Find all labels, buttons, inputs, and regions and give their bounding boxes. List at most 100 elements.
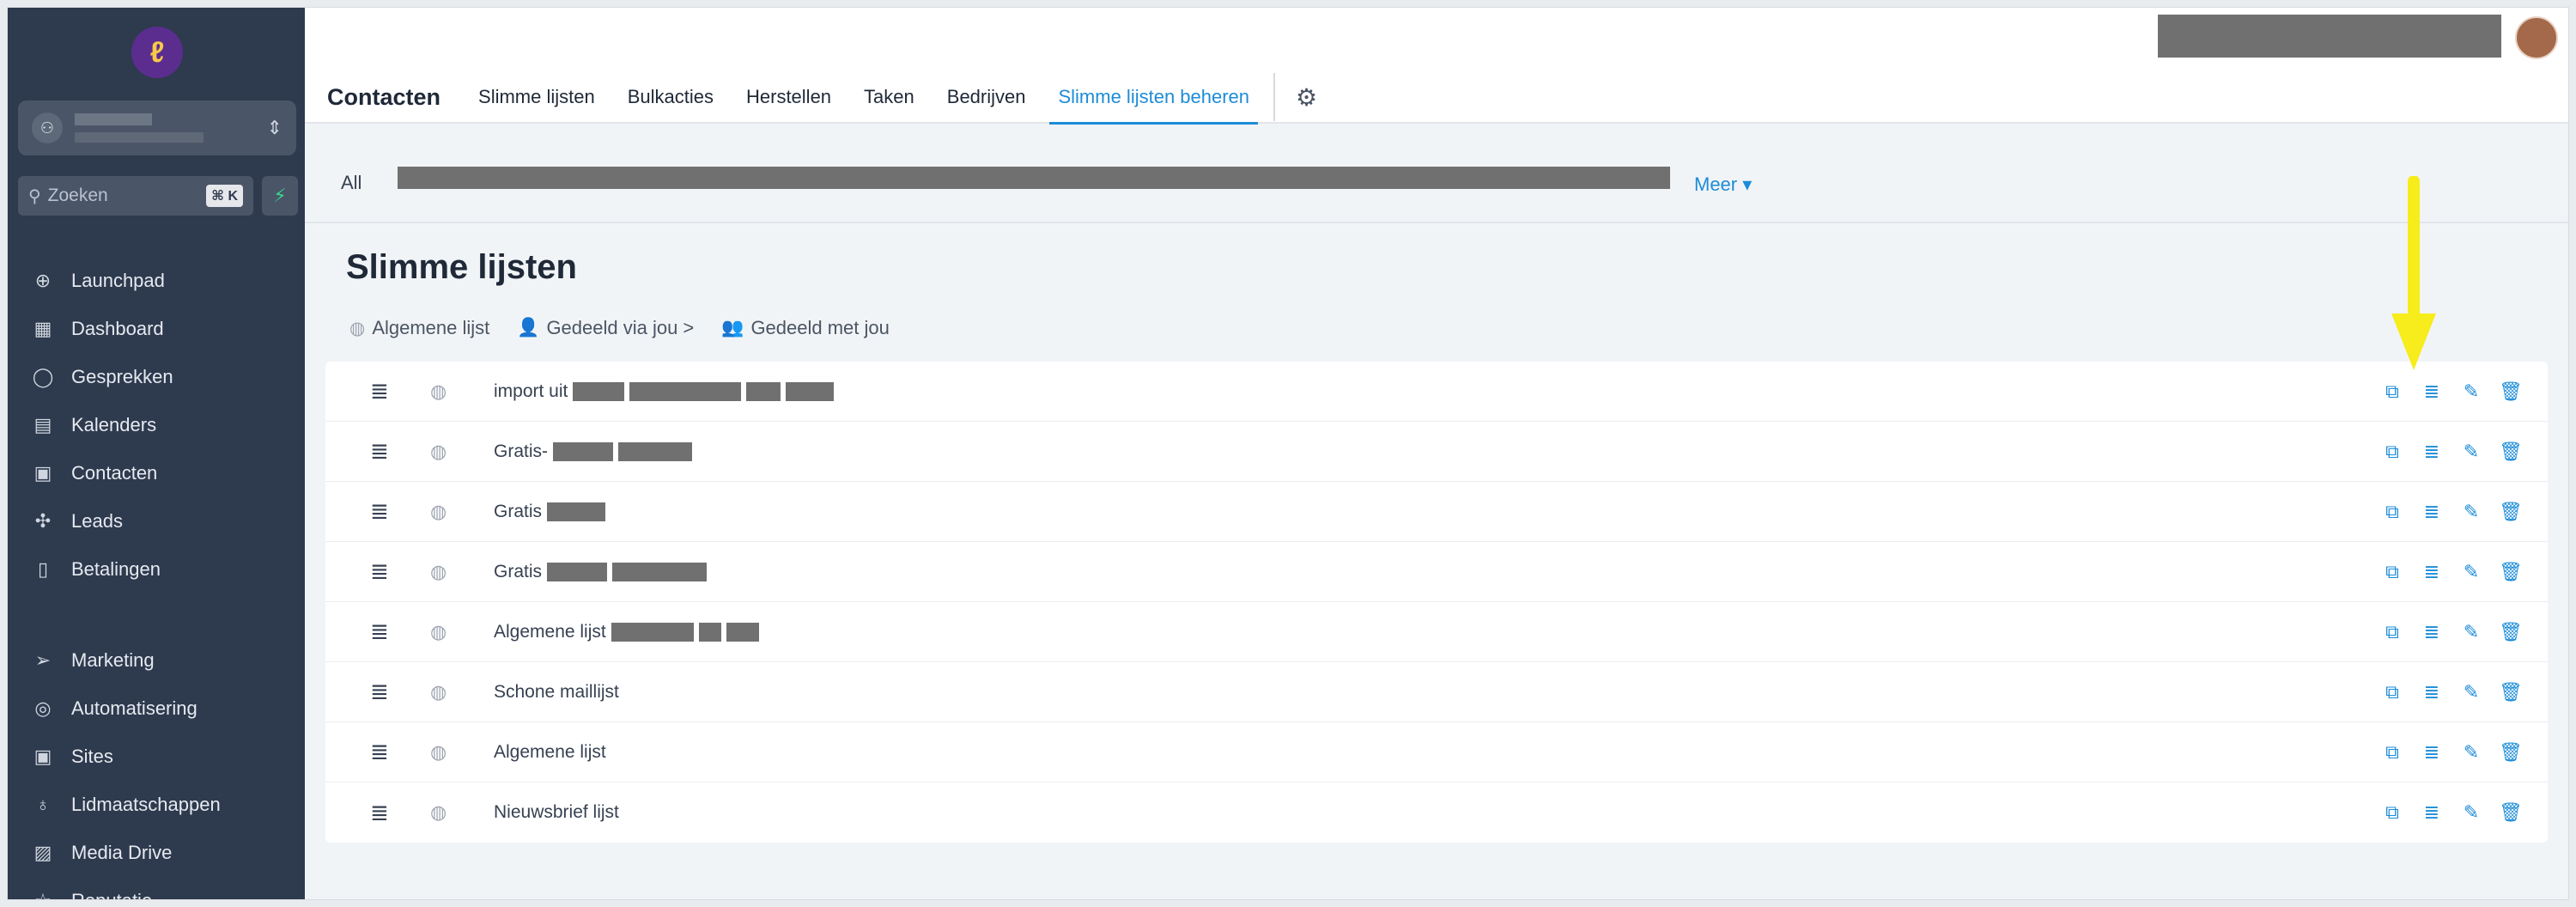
table-row[interactable]: ≣ ◍ Schone maillijst ⧉ ≣ ✎ 🗑 [325, 662, 2548, 722]
sidebar-item-reputatie[interactable]: ☆ Reputatie [30, 877, 296, 899]
sidebar-item-label: Contacten [71, 462, 158, 484]
sidebar-item-media-drive[interactable]: ▨ Media Drive [30, 829, 296, 877]
copy-icon[interactable]: ⧉ [2372, 621, 2412, 643]
sidebar-item-automatisering[interactable]: ◎ Automatisering [30, 685, 296, 733]
drag-handle-icon[interactable]: ≣ [370, 438, 389, 465]
main-content: Contacten Slimme lijsten Bulkacties Herste… [305, 8, 2568, 899]
sidebar-item-dashboard[interactable]: ▦ Dashboard [30, 305, 296, 353]
table-row[interactable]: ≣ ◍ import uit ⧉ ≣ ✎ 🗑 [325, 362, 2548, 422]
tab-slimme-lijsten-beheren[interactable]: Slimme lijsten beheren [1049, 78, 1258, 125]
sidebar-item-launchpad[interactable]: ⊕ Launchpad [30, 257, 296, 305]
globe-icon: ◍ [430, 440, 447, 462]
table-row[interactable]: ≣ ◍ Algemene lijst ⧉ ≣ ✎ 🗑 [325, 602, 2548, 662]
list-name[interactable]: Gratis- [494, 441, 692, 462]
table-row[interactable]: ≣ ◍ Algemene lijst ⧉ ≣ ✎ 🗑 [325, 722, 2548, 782]
copy-icon[interactable]: ⧉ [2372, 380, 2412, 403]
list-icon[interactable]: ≣ [2412, 681, 2451, 703]
scope-tab-1[interactable]: 👤 Gedeeld via jou > [517, 317, 694, 339]
list-icon[interactable]: ≣ [2412, 741, 2451, 764]
edit-icon[interactable]: ✎ [2451, 621, 2491, 643]
scope-tab-label: Algemene lijst [372, 317, 490, 338]
table-row[interactable]: ≣ ◍ Gratis ⧉ ≣ ✎ 🗑 [325, 482, 2548, 542]
sidebar-item-marketing[interactable]: ➢ Marketing [30, 636, 296, 685]
edit-icon[interactable]: ✎ [2451, 441, 2491, 463]
trash-icon[interactable]: 🗑 [2491, 801, 2530, 824]
list-name[interactable]: Algemene lijst [494, 622, 759, 642]
redacted-text [618, 441, 692, 461]
copy-icon[interactable]: ⧉ [2372, 441, 2412, 463]
copy-icon[interactable]: ⧉ [2372, 801, 2412, 824]
copy-icon[interactable]: ⧉ [2372, 741, 2412, 764]
table-row[interactable]: ≣ ◍ Nieuwsbrief lijst ⧉ ≣ ✎ 🗑 [325, 782, 2548, 843]
trash-icon[interactable]: 🗑 [2491, 441, 2530, 463]
list-icon[interactable]: ≣ [2412, 561, 2451, 583]
list-name[interactable]: Nieuwsbrief lijst [494, 802, 619, 823]
sidebar-item-contacten[interactable]: ▣ Contacten [30, 449, 296, 497]
sidebar-item-kalenders[interactable]: ▤ Kalenders [30, 401, 296, 449]
list-icon[interactable]: ≣ [2412, 441, 2451, 463]
trash-icon[interactable]: 🗑 [2491, 741, 2530, 764]
list-name-text: import uit [494, 380, 568, 401]
sidebar-item-gesprekken[interactable]: ◯ Gesprekken [30, 353, 296, 401]
user-avatar[interactable] [2515, 16, 2558, 59]
trash-icon[interactable]: 🗑 [2491, 380, 2530, 403]
drag-handle-icon[interactable]: ≣ [370, 558, 389, 585]
rocket-icon: ⊕ [34, 270, 52, 291]
trash-icon[interactable]: 🗑 [2491, 681, 2530, 703]
edit-icon[interactable]: ✎ [2451, 501, 2491, 523]
row-actions: ⧉ ≣ ✎ 🗑 [2372, 441, 2530, 463]
list-icon[interactable]: ≣ [2412, 380, 2451, 403]
tab-herstellen[interactable]: Herstellen [746, 78, 831, 116]
brand-logo[interactable]: ℓ [131, 27, 183, 78]
list-name[interactable]: Gratis [494, 562, 708, 582]
drag-handle-icon[interactable]: ≣ [370, 498, 389, 525]
search-icon: ⚲ [28, 186, 41, 206]
sidebar-item-sites[interactable]: ▣ Sites [30, 733, 296, 781]
sidebar-item-lidmaatschappen[interactable]: ♁ Lidmaatschappen [30, 781, 296, 829]
tab-slimme-lijsten[interactable]: Slimme lijsten [478, 78, 595, 116]
tab-bedrijven[interactable]: Bedrijven [947, 78, 1026, 116]
list-name[interactable]: import uit [494, 380, 835, 402]
more-filters-link[interactable]: Meer ▾ [1694, 173, 1752, 196]
drag-handle-icon[interactable]: ≣ [370, 679, 389, 705]
tab-divider [1273, 73, 1276, 121]
scope-tab-0[interactable]: ◍ Algemene lijst [349, 317, 489, 339]
table-row[interactable]: ≣ ◍ Gratis ⧉ ≣ ✎ 🗑 [325, 542, 2548, 602]
list-icon[interactable]: ≣ [2412, 621, 2451, 643]
list-icon[interactable]: ≣ [2412, 801, 2451, 824]
search-box[interactable]: ⚲ Zoeken ⌘ K [18, 176, 253, 216]
edit-icon[interactable]: ✎ [2451, 380, 2491, 403]
table-row[interactable]: ≣ ◍ Gratis- ⧉ ≣ ✎ 🗑 [325, 422, 2548, 482]
sidebar-item-betalingen[interactable]: ▯ Betalingen [30, 545, 296, 594]
edit-icon[interactable]: ✎ [2451, 561, 2491, 583]
list-icon[interactable]: ≣ [2412, 501, 2451, 523]
tab-bulkacties[interactable]: Bulkacties [628, 78, 714, 116]
lightning-icon: ⚡ [273, 185, 287, 206]
row-actions: ⧉ ≣ ✎ 🗑 [2372, 501, 2530, 523]
trash-icon[interactable]: 🗑 [2491, 501, 2530, 523]
copy-icon[interactable]: ⧉ [2372, 501, 2412, 523]
drag-handle-icon[interactable]: ≣ [370, 800, 389, 826]
sidebar-item-leads[interactable]: ✣ Leads [30, 497, 296, 545]
scope-tab-2[interactable]: 👥 Gedeeld met jou [721, 317, 890, 339]
globe-icon: ◍ [430, 680, 447, 703]
list-name[interactable]: Schone maillijst [494, 682, 619, 703]
list-name[interactable]: Gratis [494, 502, 606, 522]
filter-all[interactable]: All [341, 172, 361, 194]
quick-action-button[interactable]: ⚡ [262, 176, 298, 216]
copy-icon[interactable]: ⧉ [2372, 561, 2412, 583]
edit-icon[interactable]: ✎ [2451, 801, 2491, 824]
drag-handle-icon[interactable]: ≣ [370, 618, 389, 645]
gear-icon[interactable]: ⚙ [1296, 83, 1317, 112]
trash-icon[interactable]: 🗑 [2491, 561, 2530, 583]
list-name[interactable]: Algemene lijst [494, 742, 606, 763]
trash-icon[interactable]: 🗑 [2491, 621, 2530, 643]
drag-handle-icon[interactable]: ≣ [370, 378, 389, 405]
search-input[interactable]: Zoeken [48, 186, 207, 206]
tab-taken[interactable]: Taken [864, 78, 914, 116]
edit-icon[interactable]: ✎ [2451, 741, 2491, 764]
drag-handle-icon[interactable]: ≣ [370, 739, 389, 765]
copy-icon[interactable]: ⧉ [2372, 681, 2412, 703]
account-switcher[interactable]: ⚇ ⇕ [18, 100, 296, 155]
edit-icon[interactable]: ✎ [2451, 681, 2491, 703]
